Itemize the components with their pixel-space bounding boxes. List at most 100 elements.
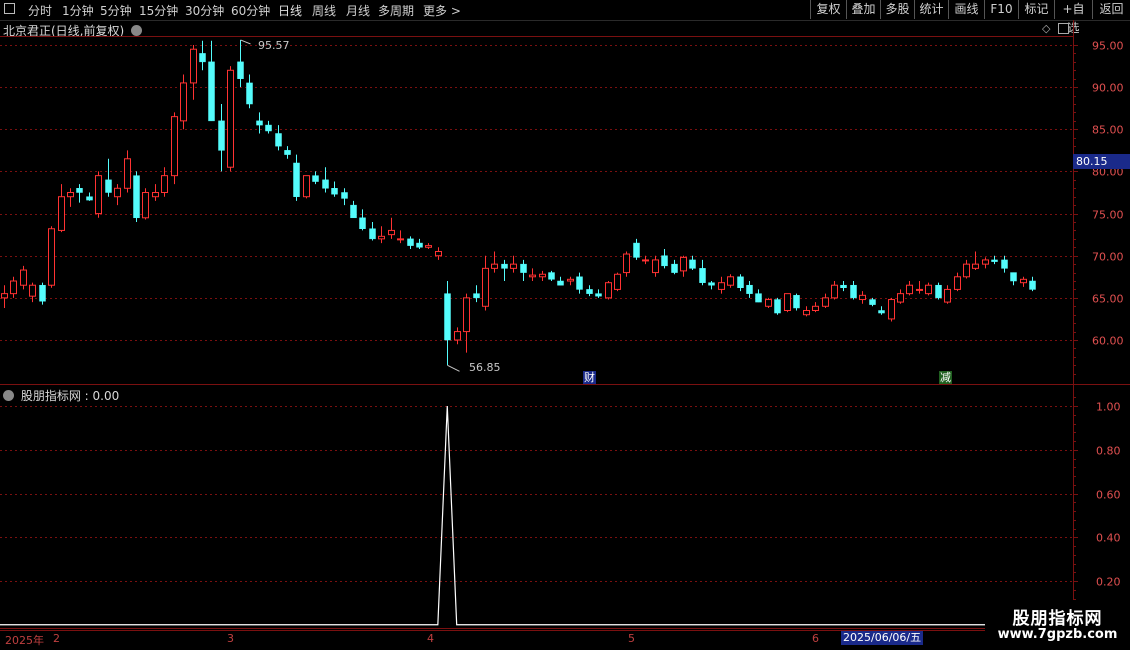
date-label-feb: 2	[53, 632, 60, 645]
candle-body	[454, 331, 461, 341]
candle	[237, 39, 244, 88]
candle	[737, 274, 744, 292]
candle	[265, 120, 272, 134]
indicator-axis: 1.00 0.80 0.60 0.40 0.20	[1073, 397, 1121, 608]
candle-body	[275, 133, 282, 147]
candle	[982, 257, 989, 269]
candle-body	[331, 188, 338, 195]
candle-body	[463, 297, 470, 333]
candle-body	[652, 259, 659, 274]
candle	[10, 276, 17, 298]
candle	[369, 222, 376, 241]
candle-body	[793, 295, 800, 309]
candle-body	[29, 284, 36, 297]
price-tick-label: 85.00	[1092, 124, 1124, 137]
candle	[312, 171, 319, 185]
candle-body	[190, 48, 197, 84]
date-label-apr: 4	[427, 632, 434, 645]
candle	[322, 167, 329, 193]
candle-body	[105, 179, 112, 193]
candle	[793, 293, 800, 311]
candle-body	[180, 82, 187, 122]
candle	[623, 251, 630, 277]
candle	[916, 281, 923, 294]
candle-body	[67, 192, 74, 198]
candle-body	[39, 284, 46, 302]
candle	[529, 268, 536, 281]
candle-body	[972, 263, 979, 269]
finance-report-marker[interactable]: 财	[583, 371, 596, 384]
kline-chart[interactable]: 95.0090.0085.0080.0075.0070.0065.0060.00…	[0, 0, 1130, 650]
candle-body	[407, 238, 414, 246]
candle	[227, 66, 234, 172]
candle-body	[831, 284, 838, 299]
candle	[539, 270, 546, 281]
candle	[1, 285, 8, 308]
candle	[859, 291, 866, 304]
candle-body	[482, 267, 489, 307]
candle-body	[850, 284, 857, 299]
candle	[1001, 255, 1008, 273]
candle	[218, 104, 225, 172]
candle	[105, 158, 112, 197]
candle-body	[322, 179, 329, 189]
candle	[661, 248, 668, 269]
candle	[359, 209, 366, 231]
indicator-tick-label: 0.80	[1096, 445, 1121, 458]
candle	[963, 259, 970, 279]
candle-body	[227, 69, 234, 168]
date-label-jun: 6	[812, 632, 819, 645]
candle	[425, 243, 432, 249]
reduce-holding-marker[interactable]: 减	[939, 371, 952, 384]
candle-body	[303, 175, 310, 198]
candle-body	[614, 273, 621, 290]
candle	[397, 230, 404, 244]
price-tick-label: 65.00	[1092, 293, 1124, 306]
cursor-date-label: 2025/06/06/五	[841, 631, 924, 645]
candle	[567, 276, 574, 286]
candle-body	[897, 293, 904, 303]
candle	[633, 238, 640, 260]
candle	[671, 259, 678, 275]
candle-body	[822, 297, 829, 307]
candle-body	[586, 289, 593, 294]
candle	[935, 282, 942, 300]
candle	[350, 200, 357, 219]
candle	[331, 181, 338, 197]
candle	[284, 146, 291, 159]
candle	[1020, 276, 1027, 287]
candle-body	[312, 175, 319, 182]
candle-body	[1001, 259, 1008, 269]
candle-body	[425, 245, 432, 248]
candle	[190, 45, 197, 100]
candle	[48, 226, 55, 288]
price-tick-label: 95.00	[1092, 40, 1124, 53]
watermark: 股朋指标网 www.7gpzb.com	[985, 600, 1130, 650]
candle-body	[765, 299, 772, 307]
candle	[124, 150, 131, 193]
candle	[463, 293, 470, 353]
candle-body	[859, 294, 866, 301]
candle	[293, 154, 300, 201]
candle	[86, 192, 93, 201]
watermark-title: 股朋指标网	[1012, 609, 1103, 629]
candle	[803, 306, 810, 317]
candle	[454, 327, 461, 345]
indicator-tick-label: 0.60	[1096, 489, 1121, 502]
candle-body	[86, 196, 93, 201]
candle-body	[718, 282, 725, 290]
candle-body	[906, 284, 913, 295]
candle-body	[925, 284, 932, 295]
candle-body	[689, 259, 696, 269]
low-leader-line	[447, 364, 460, 372]
candle-body	[501, 263, 508, 269]
candle-body	[416, 242, 423, 248]
candle	[58, 184, 65, 233]
candle-body	[567, 278, 574, 282]
candle-body	[878, 310, 885, 314]
candle-body	[435, 251, 442, 257]
candle	[246, 74, 253, 109]
candle-body	[774, 299, 781, 314]
candle-body	[473, 293, 480, 299]
candle-body	[680, 256, 687, 272]
